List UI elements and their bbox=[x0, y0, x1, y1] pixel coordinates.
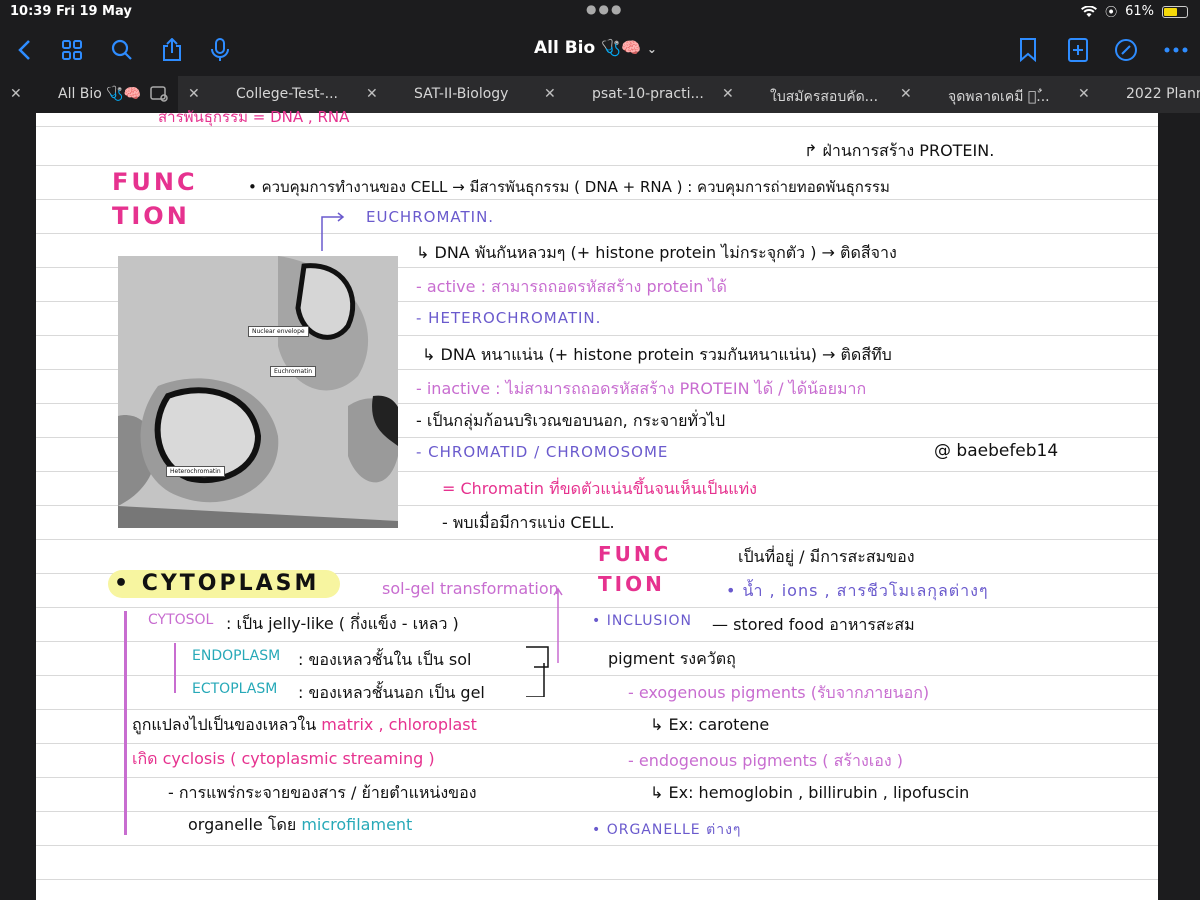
tab-view-icon[interactable] bbox=[150, 86, 168, 102]
note-chromatin-coil: = Chromatin ที่ขดตัวแน่นขึ้นจนเห็นเป็นแท… bbox=[442, 479, 757, 498]
chevron-down-icon: ⌄ bbox=[646, 42, 657, 56]
note-heterochromatin: - HETEROCHROMATIN. bbox=[416, 309, 602, 327]
note-cluster: - เป็นกลุ่มก้อนบริเวณขอบนอก, กระจายทั่วไ… bbox=[416, 411, 726, 430]
bookmark-button[interactable] bbox=[1014, 36, 1042, 64]
share-button[interactable] bbox=[158, 36, 186, 64]
microphone-button[interactable] bbox=[206, 36, 234, 64]
markup-button[interactable] bbox=[1112, 36, 1140, 64]
note-organelle: • ORGANELLE ต่างๆ bbox=[592, 822, 742, 838]
note-inclusion: • INCLUSION bbox=[592, 613, 692, 629]
note-func2-line2: • น้ำ , ions , สารชีวโมเลกุลต่างๆ bbox=[726, 581, 989, 600]
close-icon[interactable]: ✕ bbox=[544, 86, 556, 102]
note-watermark: @ baebefeb14 bbox=[934, 441, 1059, 461]
label-heterochromatin: Heterochromatin bbox=[166, 466, 225, 477]
note-carotene: ↳ Ex: carotene bbox=[650, 715, 770, 734]
status-time: 10:39 bbox=[10, 4, 52, 19]
sub-bracket-line bbox=[174, 643, 176, 693]
note-heterochromatin-desc: ↳ DNA หนาแน่น (+ histone protein รวมกันห… bbox=[422, 345, 892, 364]
note-euchromatin: EUCHROMATIN. bbox=[366, 208, 495, 226]
add-page-button[interactable] bbox=[1064, 36, 1092, 64]
screen-record-icon: ⦿ bbox=[1105, 5, 1118, 19]
note-endoplasm: ENDOPLASM bbox=[192, 648, 281, 664]
note-ectoplasm: ECTOPLASM bbox=[192, 681, 278, 697]
note-protein: ↱ ฝ่านการสร้าง PROTEIN. bbox=[804, 141, 995, 160]
grid-icon bbox=[62, 40, 82, 60]
more-icon bbox=[1164, 47, 1188, 53]
search-button[interactable] bbox=[108, 36, 136, 64]
bookmark-icon bbox=[1020, 38, 1036, 62]
tab-planner[interactable]: ✕ 2022 Plann bbox=[1068, 76, 1200, 113]
tab-chem-mistakes[interactable]: ✕ จุดพลาดเคมี ०ٌ... bbox=[890, 76, 1068, 113]
status-bar: 10:39 Fri 19 May ●●● ⦿ 61% bbox=[0, 0, 1200, 24]
note-convert: ถูกแปลงไปเป็นของเหลวใน matrix , chloropl… bbox=[132, 715, 477, 734]
note-cytosol-desc: : เป็น jelly-like ( กึ่งแข็ง - เหลว ) bbox=[226, 614, 459, 633]
close-icon[interactable]: ✕ bbox=[1078, 86, 1090, 102]
close-icon[interactable]: ✕ bbox=[366, 86, 378, 102]
function2-label: FUNC TION bbox=[598, 542, 672, 596]
chevron-left-icon bbox=[18, 40, 30, 60]
status-date: Fri 19 May bbox=[56, 4, 132, 19]
note-func2-line1: เป็นที่อยู่ / มีการสะสมของ bbox=[738, 547, 915, 566]
solgel-bracket-icon bbox=[526, 587, 563, 697]
more-button[interactable] bbox=[1162, 36, 1190, 64]
note-endo-ex: ↳ Ex: hemoglobin , billirubin , lipofusc… bbox=[650, 783, 970, 802]
toolbar: All Bio 🩺🧠 ⌄ bbox=[0, 24, 1200, 76]
back-button[interactable] bbox=[10, 36, 38, 64]
note-cyclosis: เกิด cyclosis ( cytoplasmic streaming ) bbox=[132, 749, 435, 768]
micrograph-image: Nuclear envelope Euchromatin Heterochrom… bbox=[118, 256, 398, 528]
wifi-icon bbox=[1081, 5, 1098, 17]
note-endoplasm-desc: : ของเหลวชั้นใน เป็น sol bbox=[298, 650, 472, 669]
microphone-icon bbox=[211, 38, 229, 61]
note-ectoplasm-desc: : ของเหลวชั้นนอก เป็น gel bbox=[298, 683, 485, 702]
note-page[interactable]: สารพันธุกรรม = DNA , RNA FUNC TION ↱ ฝ่า… bbox=[36, 108, 1158, 900]
bracket-line bbox=[124, 611, 127, 835]
note-inclusion-desc: — stored food อาหารสะสม bbox=[712, 615, 915, 634]
note-diffuse: - การแพร่กระจายของสาร / ย้ายตำแหน่งของ bbox=[168, 783, 477, 802]
arrow-icon bbox=[321, 212, 345, 251]
close-icon[interactable]: ✕ bbox=[10, 86, 22, 102]
close-icon[interactable]: ✕ bbox=[722, 86, 734, 102]
battery-percent: 61% bbox=[1125, 4, 1154, 19]
note-active: - active : สามารถถอดรหัสสร้าง protein ได… bbox=[416, 277, 727, 296]
tab-all-bio[interactable]: ✕ All Bio 🩺🧠 bbox=[0, 76, 178, 113]
add-page-icon bbox=[1068, 38, 1088, 62]
document-title[interactable]: All Bio 🩺🧠 ⌄ bbox=[534, 38, 657, 58]
close-icon[interactable]: ✕ bbox=[188, 86, 200, 102]
note-pigment: pigment รงควัตถุ bbox=[608, 649, 736, 668]
note-euchromatin-desc: ↳ DNA พันกันหลวมๆ (+ histone protein ไม่… bbox=[416, 243, 897, 262]
note-cytoplasm: • CYTOPLASM bbox=[114, 571, 320, 596]
tab-sat-ii-biology[interactable]: ✕ SAT-II-Biology bbox=[356, 76, 534, 113]
search-icon bbox=[111, 39, 132, 60]
note-chromatid: - CHROMATID / CHROMOSOME bbox=[416, 443, 669, 461]
tab-psat[interactable]: ✕ psat-10-practi... bbox=[534, 76, 712, 113]
pen-circle-icon bbox=[1115, 39, 1137, 61]
label-euchromatin: Euchromatin bbox=[270, 366, 317, 377]
battery-icon bbox=[1162, 5, 1188, 18]
note-top-cut: สารพันธุกรรม = DNA , RNA bbox=[158, 108, 350, 126]
note-organelle-by: organelle โดย microfilament bbox=[188, 815, 413, 834]
note-endogenous: - endogenous pigments ( สร้างเอง ) bbox=[628, 751, 904, 770]
note-exogenous: - exogenous pigments (รับจากภายนอก) bbox=[628, 683, 930, 702]
note-cytosol: CYTOSOL bbox=[148, 612, 214, 628]
share-icon bbox=[163, 38, 181, 61]
thumbnails-button[interactable] bbox=[58, 36, 86, 64]
close-icon[interactable]: ✕ bbox=[900, 86, 912, 102]
note-division: - พบเมื่อมีการแบ่ง CELL. bbox=[442, 513, 615, 532]
note-function-line: • ควบคุมการทำงานของ CELL → มีสารพันธุกรร… bbox=[248, 178, 890, 196]
tab-application[interactable]: ✕ ใบสมัครสอบคัด... bbox=[712, 76, 890, 113]
label-nuclear-envelope: Nuclear envelope bbox=[248, 326, 309, 337]
micrograph-cells bbox=[118, 256, 398, 528]
note-inactive: - inactive : ไม่สามารถถอดรหัสสร้าง PROTE… bbox=[416, 379, 867, 398]
function-label: FUNC TION bbox=[112, 168, 198, 230]
multitask-dots-icon[interactable]: ●●● bbox=[586, 2, 623, 16]
